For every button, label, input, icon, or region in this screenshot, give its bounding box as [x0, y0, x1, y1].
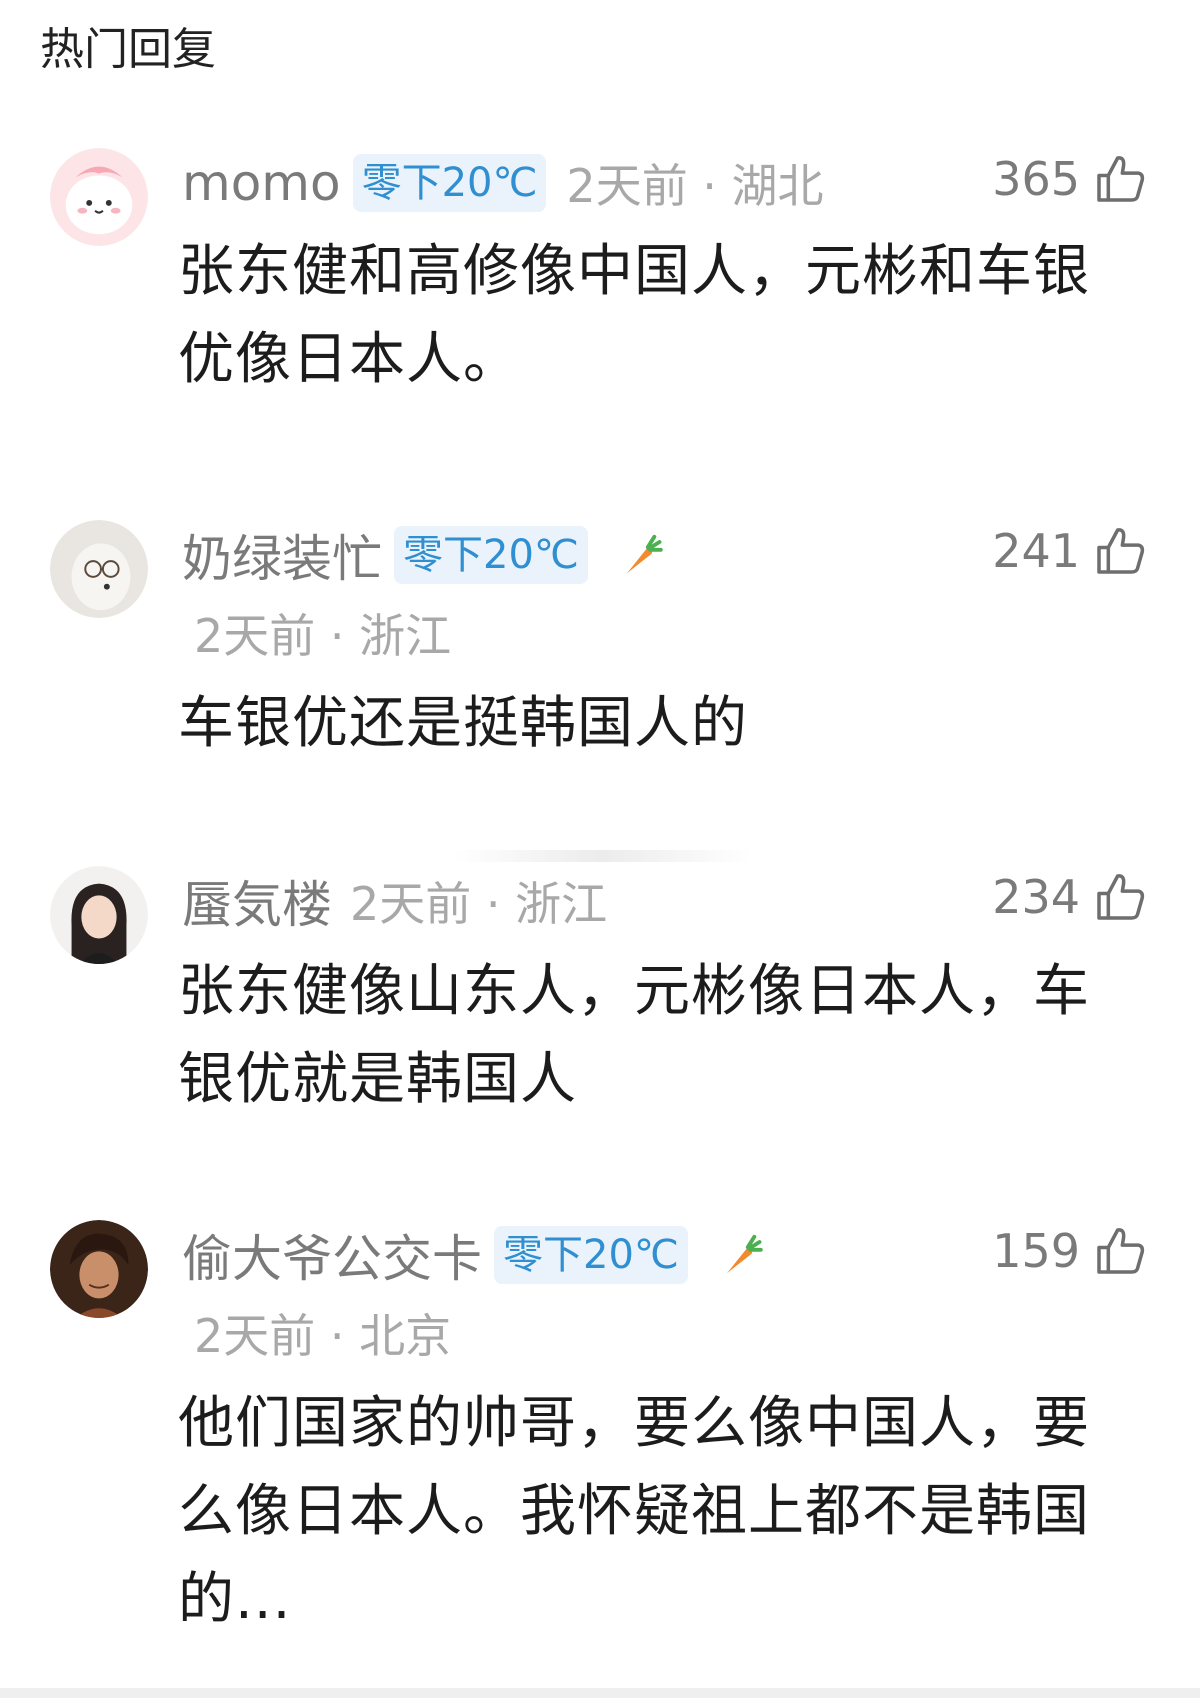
- username[interactable]: 奶绿装忙: [182, 519, 382, 591]
- comment-meta: 2天前 · 浙江: [194, 609, 452, 663]
- carrot-icon: [714, 1229, 766, 1281]
- hot-replies-page: 热门回复 momo 零下20℃ 2天前 · 湖北 365 张东健和高修像中国人，…: [0, 0, 1200, 1698]
- thumb-up-icon: [1097, 528, 1145, 574]
- like-button[interactable]: 241: [992, 518, 1148, 584]
- thumb-up-icon: [1097, 874, 1145, 920]
- divider: [452, 850, 752, 862]
- comment-header: momo 零下20℃ 2天前 · 湖北: [182, 150, 824, 216]
- like-count: 241: [992, 524, 1080, 578]
- comment-header: 偷大爷公交卡 零下20℃: [182, 1222, 766, 1288]
- avatar[interactable]: [50, 148, 148, 246]
- username[interactable]: 蜃気楼: [182, 865, 332, 937]
- like-count: 365: [992, 152, 1080, 206]
- thumb-up-icon: [1097, 156, 1145, 202]
- status-badge[interactable]: 零下20℃: [394, 526, 588, 584]
- avatar-portrait-icon: [50, 1220, 148, 1318]
- section-title: 热门回复: [40, 24, 216, 75]
- avatar-dog-icon: [50, 520, 148, 618]
- username[interactable]: momo: [182, 154, 341, 212]
- avatar[interactable]: [50, 1220, 148, 1318]
- comment-text: 车银优还是挺韩国人的: [178, 691, 748, 756]
- comment-meta: 2天前 · 北京: [194, 1309, 452, 1363]
- comment-header: 蜃気楼 2天前 · 浙江: [182, 868, 607, 934]
- thumb-up-icon: [1097, 1228, 1145, 1274]
- avatar-portrait-icon: [50, 866, 148, 964]
- status-badge[interactable]: 零下20℃: [352, 154, 547, 212]
- like-button[interactable]: 365: [992, 146, 1148, 212]
- like-count: 234: [992, 870, 1080, 924]
- avatar[interactable]: [50, 866, 148, 964]
- status-badge[interactable]: 零下20℃: [494, 1226, 688, 1284]
- avatar-cartoon-icon: [50, 148, 148, 246]
- like-button[interactable]: 159: [992, 1218, 1148, 1284]
- avatar[interactable]: [50, 520, 148, 618]
- comment-header: 奶绿装忙 零下20℃: [182, 522, 666, 588]
- comment-text: 张东健和高修像中国人，元彬和车银优像日本人。: [178, 239, 1090, 392]
- like-count: 159: [992, 1224, 1080, 1278]
- comment-meta: 2天前 · 浙江: [350, 877, 608, 931]
- bottom-divider: [0, 1688, 1200, 1698]
- like-button[interactable]: 234: [992, 864, 1148, 930]
- carrot-icon: [614, 529, 666, 581]
- comment-meta: 2天前 · 湖北: [566, 159, 824, 213]
- comment-text: 张东健像山东人，元彬像日本人，车银优就是韩国人: [178, 959, 1090, 1112]
- comment-text: 他们国家的帅哥，要么像中国人，要么像日本人。我怀疑祖上都不是韩国的...: [178, 1391, 1090, 1632]
- username[interactable]: 偷大爷公交卡: [182, 1219, 482, 1291]
